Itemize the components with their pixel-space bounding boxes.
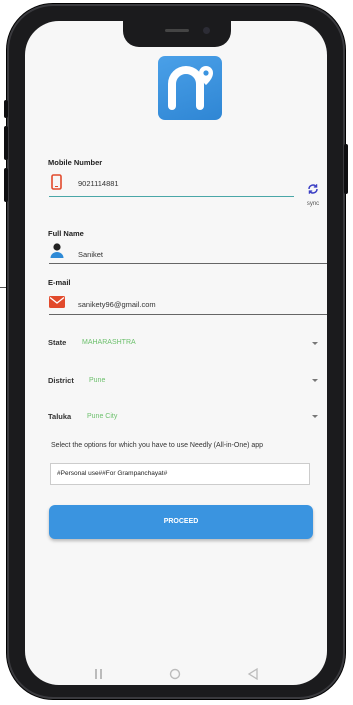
- full-name-underline: [49, 263, 327, 264]
- sync-label: sync: [306, 201, 320, 207]
- state-label: State: [48, 338, 67, 347]
- taluka-label: Taluka: [48, 412, 72, 421]
- person-icon: [50, 242, 64, 263]
- chevron-down-icon: [312, 379, 318, 382]
- email-input[interactable]: sanikety96@gmail.com: [78, 300, 156, 309]
- sync-icon: [308, 184, 318, 194]
- recents-icon[interactable]: [93, 667, 105, 685]
- options-value: #Personal use##For Grampanchayat#: [57, 470, 168, 477]
- mobile-number-input[interactable]: 9021114881: [78, 179, 119, 188]
- mobile-underline: [49, 196, 294, 197]
- mobile-number-label: Mobile Number: [48, 158, 103, 167]
- chevron-down-icon: [312, 415, 318, 418]
- front-camera: [203, 27, 210, 34]
- chevron-down-icon: [312, 342, 318, 345]
- phone-screen: Mobile Number 9021114881 sync Full Name …: [25, 21, 327, 685]
- district-value: Pune: [89, 377, 106, 384]
- email-label: E-mail: [48, 278, 71, 287]
- options-select[interactable]: #Personal use##For Grampanchayat#: [50, 463, 310, 485]
- phone-icon: [51, 174, 62, 195]
- phone-frame: Mobile Number 9021114881 sync Full Name …: [4, 4, 348, 699]
- full-name-input[interactable]: Saniket: [78, 250, 103, 259]
- email-icon: [49, 295, 65, 313]
- volume-down-button: [4, 168, 8, 202]
- full-name-label: Full Name: [48, 229, 84, 238]
- android-navbar: [25, 661, 327, 685]
- district-label: District: [48, 376, 74, 385]
- mute-button: [4, 100, 8, 118]
- logo-icon: [158, 56, 222, 120]
- home-icon[interactable]: [169, 667, 181, 685]
- proceed-button[interactable]: PROCEED: [49, 505, 313, 539]
- taluka-value: Pune City: [87, 413, 118, 420]
- email-underline: [49, 314, 327, 315]
- speaker: [165, 29, 189, 32]
- options-help-text: Select the options for which you have to…: [51, 442, 264, 449]
- sync-button[interactable]: sync: [303, 182, 323, 207]
- volume-up-button: [4, 126, 8, 160]
- notch: [123, 21, 231, 47]
- back-icon[interactable]: [247, 667, 259, 685]
- power-button: [344, 144, 348, 194]
- state-value: MAHARASHTRA: [82, 339, 136, 346]
